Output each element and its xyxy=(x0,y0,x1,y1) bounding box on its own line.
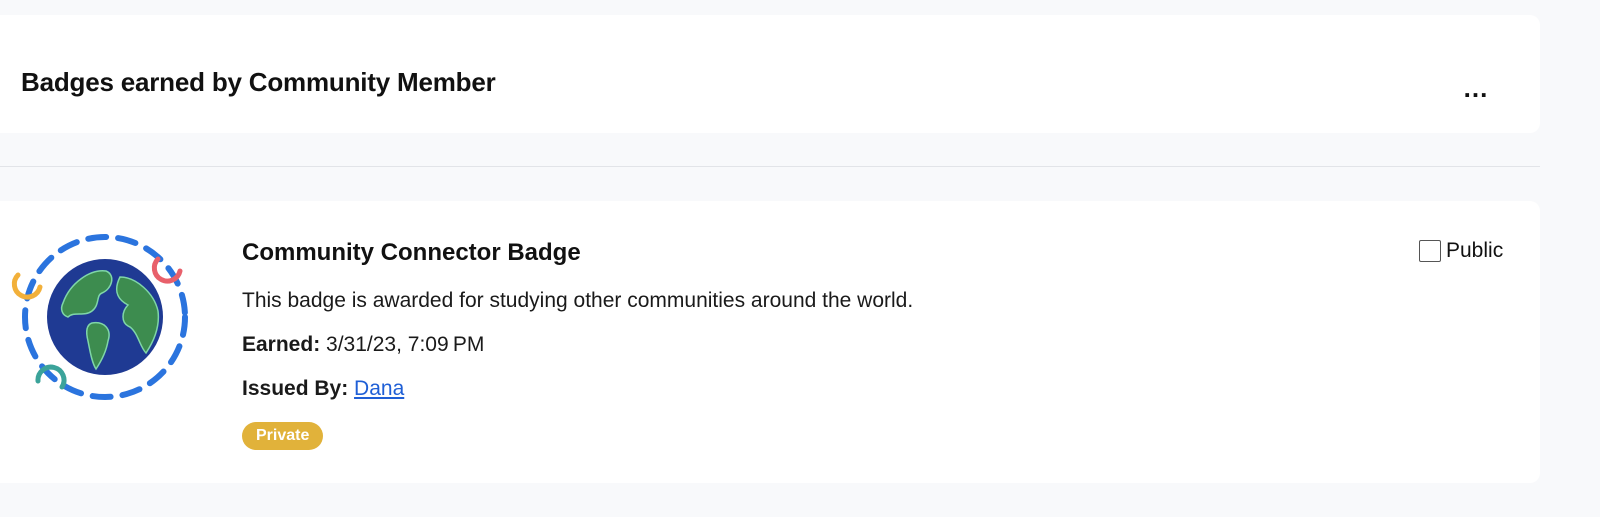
badges-page: Badges earned by Community Member ... Co… xyxy=(0,0,1600,517)
public-label: Public xyxy=(1446,239,1504,262)
issued-by-label: Issued By: xyxy=(242,377,349,400)
badge-title: Community Connector Badge xyxy=(242,239,581,266)
issuer-link[interactable]: Dana xyxy=(354,377,404,400)
globe-badge-icon xyxy=(11,234,188,400)
earned-label: Earned: xyxy=(242,333,321,356)
earned-date: 3/31/23, 7:09 PM xyxy=(326,333,485,356)
header-card: Badges earned by Community Member ... xyxy=(0,15,1540,133)
issued-by-row: Issued By: Dana xyxy=(242,377,404,401)
page-title: Badges earned by Community Member xyxy=(21,67,496,97)
earned-row: Earned: 3/31/23, 7:09 PM xyxy=(242,333,484,357)
badge-card: Community Connector Badge This badge is … xyxy=(0,201,1540,483)
section-divider xyxy=(0,166,1540,167)
public-checkbox[interactable] xyxy=(1419,240,1441,262)
status-badge: Private xyxy=(242,422,324,450)
more-options-button[interactable]: ... xyxy=(1443,63,1509,113)
badge-description: This badge is awarded for studying other… xyxy=(242,289,914,312)
public-toggle[interactable]: Public xyxy=(1419,239,1503,263)
